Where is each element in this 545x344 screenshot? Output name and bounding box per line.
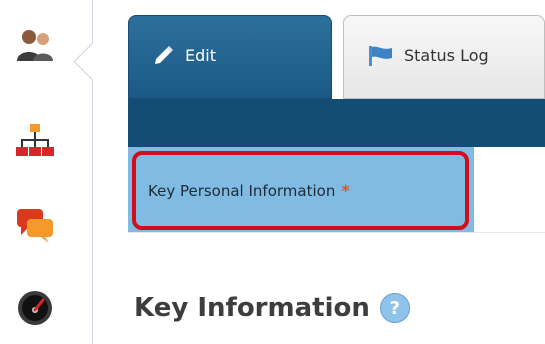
tab-edit[interactable]: Edit	[128, 15, 332, 99]
sidebar-item-chat[interactable]	[10, 200, 60, 250]
dashboard-icon	[18, 291, 52, 325]
users-icon	[17, 30, 53, 61]
subtab-key-personal-information[interactable]: Key Personal Information *	[132, 151, 469, 230]
tab-status-log[interactable]: Status Log	[343, 15, 545, 99]
chat-icon	[17, 209, 53, 243]
subtab-label: Key Personal Information	[148, 181, 336, 200]
sidebar-item-users[interactable]	[10, 20, 60, 70]
required-indicator: *	[341, 181, 350, 200]
tab-label: Status Log	[404, 45, 489, 65]
flag-icon	[369, 46, 392, 66]
sidebar	[0, 0, 93, 344]
tab-content-band	[128, 99, 545, 147]
pencil-icon	[155, 46, 173, 64]
org-chart-icon	[16, 124, 54, 156]
help-icon[interactable]: ?	[379, 293, 410, 323]
section-title: Key Information	[134, 293, 370, 323]
sidebar-item-dashboard[interactable]	[10, 283, 60, 333]
section-heading: Key Information ?	[134, 293, 410, 323]
sidebar-item-org-chart[interactable]	[10, 115, 60, 165]
tab-label: Edit	[185, 45, 216, 65]
